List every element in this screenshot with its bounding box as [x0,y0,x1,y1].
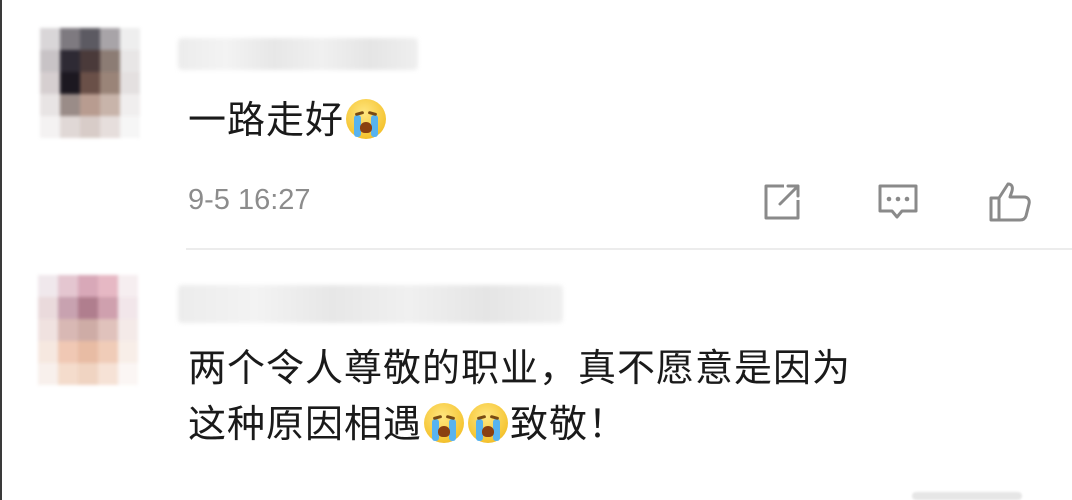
comment-text: 一路走好 [188,92,388,148]
cropped-content-hint [912,492,1022,500]
timestamp: 9-5 16:27 [188,184,311,216]
share-icon [764,184,800,220]
avatar[interactable] [40,28,140,138]
crying-emoji-icon [424,403,465,443]
comment-item: 一路走好 9-5 16:27 [0,0,1072,250]
crying-emoji-icon [468,403,509,443]
avatar[interactable] [38,275,138,385]
comment-text-segment: 致敬！ [510,402,628,446]
username-blurred[interactable] [178,285,563,323]
comment-item: 两个令人尊敬的职业，真不愿意是因为 这种原因相遇 致敬！ [0,250,1072,500]
comment-text: 两个令人尊敬的职业，真不愿意是因为 这种原因相遇 致敬！ [188,340,1048,452]
username-blurred[interactable] [178,38,418,70]
share-button[interactable] [758,178,806,226]
comment-text-segment: 这种原因相遇 [188,402,423,446]
comment-text-line: 两个令人尊敬的职业，真不愿意是因为 [188,346,852,390]
comment-text-line: 这种原因相遇 致敬！ [188,396,1048,452]
like-button[interactable] [986,178,1034,226]
reply-icon [878,184,918,219]
reply-button[interactable] [874,178,922,226]
crying-emoji-icon [346,99,387,139]
comment-text-main: 一路走好 [188,98,345,142]
comment-meta: 9-5 16:27 [188,178,1048,226]
like-icon [989,182,1031,222]
